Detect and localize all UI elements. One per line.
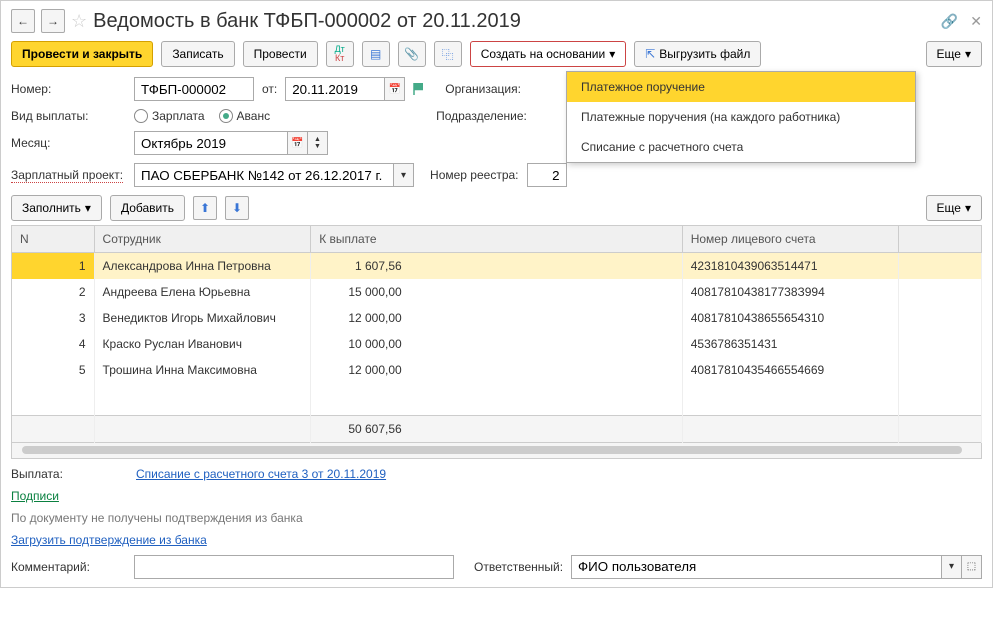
col-header-empty: [899, 226, 982, 253]
radio-salary[interactable]: Зарплата: [134, 109, 205, 123]
organization-label: Организация:: [445, 82, 521, 96]
fill-button[interactable]: Заполнить ▾: [11, 195, 102, 221]
registry-number-label: Номер реестра:: [430, 168, 518, 182]
month-label: Месяц:: [11, 136, 126, 150]
from-label: от:: [262, 82, 277, 96]
col-header-account[interactable]: Номер лицевого счета: [682, 226, 899, 253]
responsible-dropdown-icon[interactable]: ▾: [942, 555, 962, 579]
signatures-link[interactable]: Подписи: [11, 489, 59, 503]
more-button[interactable]: Еще ▾: [926, 41, 982, 67]
number-label: Номер:: [11, 82, 126, 96]
table-empty-row: [12, 383, 982, 415]
col-header-employee[interactable]: Сотрудник: [94, 226, 311, 253]
month-input[interactable]: [134, 131, 288, 155]
load-confirmation-link[interactable]: Загрузить подтверждение из банка: [11, 533, 207, 547]
upload-file-button[interactable]: ⇱ Выгрузить файл: [634, 41, 761, 67]
post-button[interactable]: Провести: [243, 41, 318, 67]
radio-icon: [134, 109, 148, 123]
horizontal-scrollbar[interactable]: [11, 443, 982, 459]
add-button[interactable]: Добавить: [110, 195, 185, 221]
create-based-menu: Платежное поручение Платежные поручения …: [566, 71, 916, 163]
salary-project-label[interactable]: Зарплатный проект:: [11, 168, 123, 183]
chevron-down-icon: ▾: [609, 47, 615, 61]
attachment-button[interactable]: 📎: [398, 41, 426, 67]
favorite-star-icon[interactable]: ☆: [71, 11, 87, 32]
col-header-n[interactable]: N: [12, 226, 95, 253]
list-icon-button[interactable]: ▤: [362, 41, 390, 67]
table-row[interactable]: 1 Александрова Инна Петровна 1 607,56 42…: [12, 253, 982, 280]
post-and-close-button[interactable]: Провести и закрыть: [11, 41, 153, 67]
responsible-open-icon[interactable]: ⬚: [962, 555, 982, 579]
date-input[interactable]: [285, 77, 385, 101]
responsible-label: Ответственный:: [474, 560, 563, 574]
menu-payment-orders-each[interactable]: Платежные поручения (на каждого работник…: [567, 102, 915, 132]
link-icon[interactable]: 🔗: [941, 13, 958, 30]
comment-input[interactable]: [134, 555, 454, 579]
salary-project-dropdown-icon[interactable]: ▾: [394, 163, 414, 187]
calendar-icon[interactable]: 📅: [385, 77, 405, 101]
salary-project-input[interactable]: [134, 163, 394, 187]
export-icon: ⇱: [645, 47, 655, 61]
menu-account-withdrawal[interactable]: Списание с расчетного счета: [567, 132, 915, 162]
move-up-button[interactable]: ⬆: [193, 196, 217, 220]
table-row[interactable]: 2 Андреева Елена Юрьевна 15 000,00 40817…: [12, 279, 982, 305]
responsible-input[interactable]: [571, 555, 942, 579]
write-button[interactable]: Записать: [161, 41, 234, 67]
hierarchy-button[interactable]: ⿻: [434, 41, 462, 67]
create-based-dropdown[interactable]: Создать на основании ▾: [470, 41, 627, 67]
radio-icon: [219, 109, 233, 123]
month-calendar-icon[interactable]: 📅: [288, 131, 308, 155]
nav-forward-button[interactable]: →: [41, 9, 65, 33]
flag-icon: [413, 83, 423, 95]
radio-advance[interactable]: Аванс: [219, 109, 271, 123]
payout-link[interactable]: Списание с расчетного счета 3 от 20.11.2…: [136, 467, 386, 481]
registry-number-input[interactable]: [527, 163, 567, 187]
col-header-payout[interactable]: К выплате: [311, 226, 682, 253]
nav-back-button[interactable]: ←: [11, 9, 35, 33]
number-input[interactable]: [134, 77, 254, 101]
payment-type-label: Вид выплаты:: [11, 109, 126, 123]
dt-kt-button[interactable]: ДтКт: [326, 41, 354, 67]
subdivision-label: Подразделение:: [436, 109, 527, 123]
employees-table: N Сотрудник К выплате Номер лицевого сче…: [11, 225, 982, 443]
payout-label: Выплата:: [11, 467, 126, 481]
move-down-button[interactable]: ⬇: [225, 196, 249, 220]
table-total-row: 50 607,56: [12, 415, 982, 442]
menu-payment-order[interactable]: Платежное поручение: [567, 72, 915, 102]
bank-status-text: По документу не получены подтверждения и…: [11, 511, 303, 525]
close-icon[interactable]: ✕: [970, 13, 982, 30]
table-row[interactable]: 5 Трошина Инна Максимовна 12 000,00 4081…: [12, 357, 982, 383]
table-row[interactable]: 4 Краско Руслан Иванович 10 000,00 45367…: [12, 331, 982, 357]
comment-label: Комментарий:: [11, 560, 126, 574]
page-title: Ведомость в банк ТФБП-000002 от 20.11.20…: [93, 10, 929, 33]
table-row[interactable]: 3 Венедиктов Игорь Михайлович 12 000,00 …: [12, 305, 982, 331]
table-more-button[interactable]: Еще ▾: [926, 195, 982, 221]
month-spinner[interactable]: ▲▼: [308, 131, 328, 155]
